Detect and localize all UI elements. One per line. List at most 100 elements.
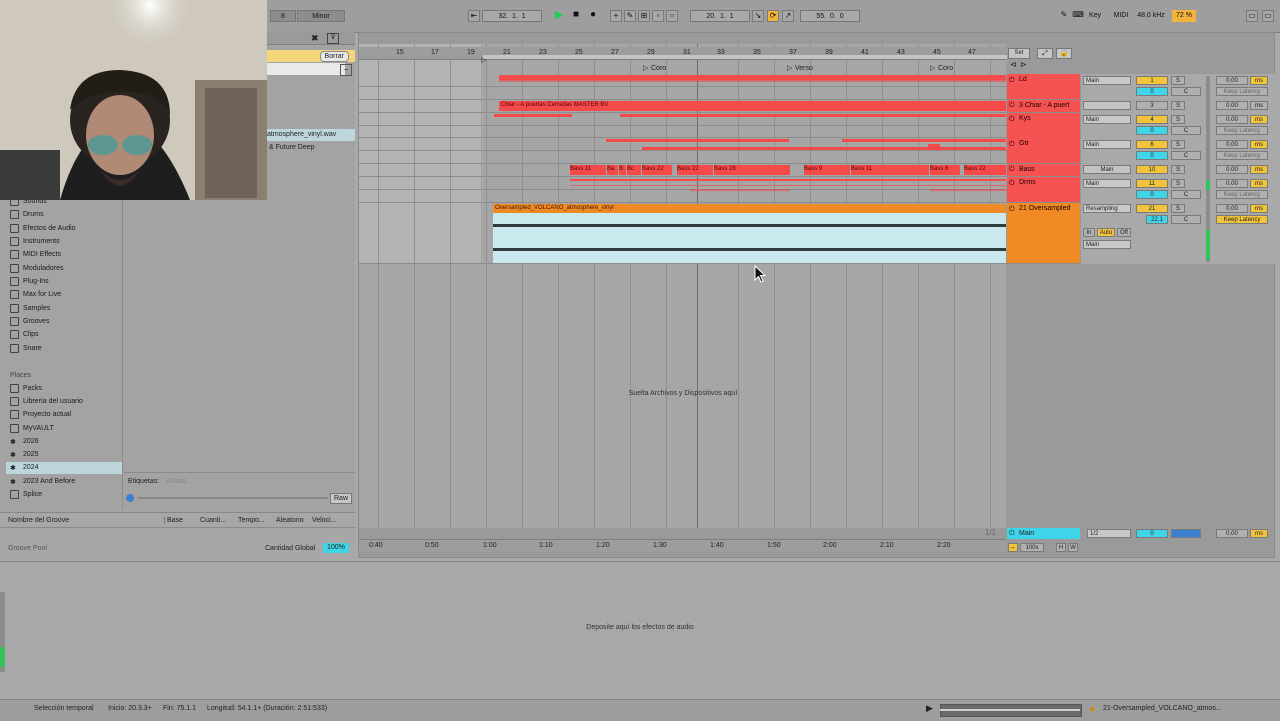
track-volume[interactable]: 0.00 <box>1216 204 1248 213</box>
raw-button[interactable]: Raw <box>330 493 353 504</box>
place-myvault[interactable]: MyVAULT <box>10 423 54 435</box>
clip-bass[interactable]: Bass 22 <box>642 165 672 175</box>
record-icon[interactable]: ● <box>587 10 599 22</box>
loop-start-marker-icon[interactable]: ▷ <box>481 56 486 64</box>
input-select[interactable]: Resampling <box>1083 204 1131 213</box>
category-modulators[interactable]: Moduladores <box>10 263 63 275</box>
clip-oversampled-waveform[interactable] <box>493 213 1006 263</box>
category-samples[interactable]: Samples <box>10 303 50 315</box>
midi-map-button[interactable]: MIDI <box>1110 10 1132 22</box>
input-select[interactable]: Main <box>1083 76 1131 85</box>
category-audio-effects[interactable]: Efectos de Audio <box>10 223 76 235</box>
filter-icon[interactable]: ⊽ <box>327 33 339 44</box>
category-drums[interactable]: Drums <box>10 209 44 221</box>
category-snare[interactable]: Snare <box>10 343 42 355</box>
category-grooves[interactable]: Grooves <box>10 316 49 328</box>
category-midi-effects[interactable]: MIDI Effects <box>10 249 61 261</box>
clip-gtr[interactable] <box>642 147 1006 150</box>
time-ruler[interactable]: 0:40 0:50 1:00 1:10 1:20 1:30 1:40 1:50 … <box>359 539 1006 552</box>
track-activator-icon[interactable]: ⏻ <box>1009 75 1015 86</box>
collapse-icon[interactable]: − <box>340 64 352 76</box>
preview-waveform[interactable] <box>138 497 328 499</box>
clip-bass[interactable]: Bass 11 <box>851 165 929 175</box>
locator-icon[interactable]: ▷ <box>930 64 935 72</box>
track-activator-icon[interactable]: ⏻ <box>1009 164 1015 175</box>
track-number-button[interactable]: 11 <box>1136 179 1168 188</box>
delay-unit[interactable]: ms <box>1250 179 1268 188</box>
clip-bass[interactable]: Bass 11 <box>570 165 606 175</box>
track-header-gtr[interactable]: ⏻ Gtr <box>1007 138 1080 163</box>
session-record-icon[interactable]: ○ <box>666 10 678 22</box>
locator-verso[interactable]: Verso <box>795 65 813 72</box>
punch-out-icon[interactable]: ↗ <box>782 10 794 22</box>
track-volume[interactable]: 0.00 <box>1216 76 1248 85</box>
clip-bass[interactable]: Bc <box>627 165 641 175</box>
solo-button[interactable]: S <box>1171 76 1185 85</box>
track-volume[interactable]: 0.00 <box>1216 165 1248 174</box>
delay-unit[interactable]: ms <box>1250 140 1268 149</box>
clip-gtr[interactable] <box>928 144 940 150</box>
monitor-off-button[interactable]: Off <box>1117 228 1131 237</box>
solo-button[interactable]: S <box>1171 101 1185 110</box>
follow-icon[interactable]: ⇤ <box>468 10 480 22</box>
track-header-drms[interactable]: ⏻ Drms <box>1007 177 1080 202</box>
main-crossfader[interactable] <box>1171 529 1201 538</box>
place-splice[interactable]: Splice <box>10 489 42 501</box>
solo-button[interactable]: S <box>1171 204 1185 213</box>
clip-gtr[interactable] <box>842 139 1006 142</box>
clear-button[interactable]: Borrar <box>319 51 349 62</box>
loop-start[interactable]: 20. 1. 1 <box>690 10 750 22</box>
main-delay-unit[interactable]: ms <box>1250 529 1268 538</box>
place-current-project[interactable]: Proyecto actual <box>10 409 71 421</box>
place-2023-and-before[interactable]: ✱ 2023 And Before <box>10 476 75 488</box>
track-number-button[interactable]: 21 <box>1136 204 1168 213</box>
track-volume[interactable]: 0.00 <box>1216 179 1248 188</box>
loop-brace[interactable] <box>483 55 1007 59</box>
clip-bass[interactable]: B <box>619 165 626 175</box>
expand-icon[interactable]: ⤢ <box>1037 48 1053 59</box>
place-2025[interactable]: ✱ 2025 <box>10 449 39 461</box>
delay-unit[interactable]: ms <box>1250 204 1268 213</box>
clip-bass[interactable]: Bass 22 <box>964 165 1006 175</box>
clip-bass[interactable]: Ba <box>607 165 618 175</box>
cue-button[interactable]: C <box>1171 190 1201 199</box>
track-activator-icon[interactable]: ⏻ <box>1009 528 1015 539</box>
prev-locator-icon[interactable]: ⊲ <box>1010 60 1017 69</box>
tags-input[interactable]: Añadir... <box>166 478 192 485</box>
category-plugins[interactable]: Plug-Ins <box>10 276 49 288</box>
track-number-button[interactable]: 6 <box>1136 140 1168 149</box>
place-2026[interactable]: ✱ 2026 <box>10 436 39 448</box>
monitor-in-button[interactable]: In <box>1083 228 1095 237</box>
clip-bass[interactable]: Bass 22 <box>677 165 713 175</box>
punch-in-icon[interactable]: ↘ <box>752 10 764 22</box>
global-amount-value[interactable]: 100% <box>323 543 349 553</box>
solo-button[interactable]: S <box>1171 165 1185 174</box>
track-activator-icon[interactable]: ⏻ <box>1009 100 1015 111</box>
device-view[interactable]: Deposite aquí los efectos de audio <box>0 561 1280 698</box>
set-button[interactable]: Set <box>1008 48 1030 59</box>
keep-latency-button[interactable]: Keep Latency <box>1216 215 1268 224</box>
track-header-main[interactable]: ⏻ Main <box>1007 528 1080 539</box>
key-value[interactable]: 8 <box>270 10 296 22</box>
clip-drums-notes[interactable] <box>570 179 1006 181</box>
locator-icon[interactable]: ▷ <box>643 64 648 72</box>
track-header-kys[interactable]: ⏻ Kys <box>1007 113 1080 138</box>
output-select[interactable]: Main <box>1083 240 1131 249</box>
category-max-for-live[interactable]: Max for Live <box>10 289 61 301</box>
delay-unit[interactable]: ms <box>1250 76 1268 85</box>
file-item[interactable]: & Future Deep <box>269 142 355 154</box>
track-number-button[interactable]: 1 <box>1136 76 1168 85</box>
re-enable-automation-icon[interactable]: ⊞ <box>638 10 650 22</box>
delay-unit[interactable]: ms <box>1250 115 1268 124</box>
zoom-icon[interactable]: ⇔ <box>1008 543 1018 552</box>
monitor-auto-button[interactable]: Auto <box>1097 228 1115 237</box>
track-volume[interactable]: 0.00 <box>1216 115 1248 124</box>
track-activator-icon[interactable]: ⏻ <box>1009 139 1015 150</box>
solo-button[interactable]: S <box>1171 140 1185 149</box>
keep-latency-button[interactable]: Keep Latency <box>1216 126 1268 135</box>
place-packs[interactable]: Packs <box>10 383 42 395</box>
send-value[interactable]: 0 <box>1136 190 1168 199</box>
stop-icon[interactable]: ■ <box>570 10 582 22</box>
locator-icon[interactable]: ▷ <box>787 64 792 72</box>
send-value[interactable]: 22.1 <box>1146 215 1168 224</box>
